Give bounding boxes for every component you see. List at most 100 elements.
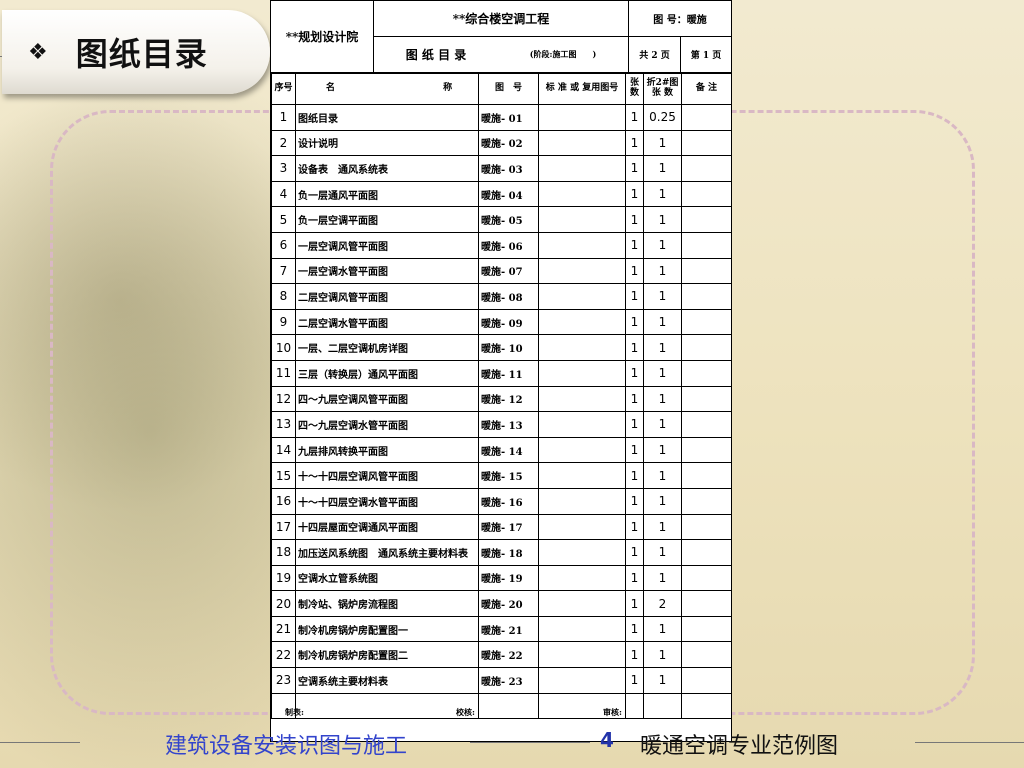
sheet-count: 1: [625, 206, 644, 233]
drawing-name: 十四层屋面空调通风平面图: [295, 513, 479, 541]
footer-rule-mid: [470, 742, 590, 743]
drawing-code: 暖施- 17: [478, 513, 539, 541]
standard-ref: [538, 180, 626, 208]
row-number: 5: [271, 206, 296, 233]
row-number: 15: [271, 462, 296, 489]
footer-rule-left: [0, 742, 80, 743]
sheet-count: 1: [625, 129, 644, 157]
remarks: [681, 590, 732, 617]
row-number: 18: [271, 539, 296, 566]
drawing-code: 暖施- 13: [478, 411, 539, 438]
slide-title: 图纸目录: [75, 35, 208, 73]
sheet-count: 1: [625, 385, 644, 413]
remarks: [681, 641, 732, 669]
standard-ref: [538, 359, 626, 387]
converted-count: 1: [643, 436, 682, 464]
standard-ref: [538, 283, 626, 310]
remarks: [681, 155, 732, 182]
drawing-name: 二层空调风管平面图: [295, 283, 479, 310]
drawing-name: 一层空调风管平面图: [295, 231, 479, 259]
sheet-count: 1: [625, 513, 644, 541]
remarks: [681, 104, 732, 131]
table-row: 3 设备表 通风系统表 暖施- 03 1 1: [271, 155, 732, 182]
sheet-count: 1: [625, 180, 644, 208]
converted-count: 1: [643, 641, 682, 669]
converted-count: 1: [643, 539, 682, 566]
drawing-code: 暖施- 06: [478, 231, 539, 259]
table-row: 19 空调水立管系统图 暖施- 19 1 1: [271, 564, 732, 592]
table-row: 18 加压送风系统图 通风系统主要材料表 暖施- 18 1 1: [271, 539, 732, 566]
drawing-code: 暖施- 19: [478, 564, 539, 592]
drawing-code: 暖施- 14: [478, 436, 539, 464]
doc-title-cell: 图 纸 目 录 (阶段:施工图 ): [374, 37, 629, 73]
converted-count: 1: [643, 231, 682, 259]
standard-ref: [538, 334, 626, 361]
table-row: 8 二层空调风管平面图 暖施- 08 1 1: [271, 283, 732, 310]
drawing-code: 暖施- 08: [478, 283, 539, 310]
converted-count: 1: [643, 462, 682, 489]
table-row: 2 设计说明 暖施- 02 1 1: [271, 129, 732, 157]
row-number: 16: [271, 487, 296, 515]
drawn-by-label: 制表:: [285, 707, 304, 717]
drawing-list-sheet: **规划设计院 **综合楼空调工程 图 纸 目 录 (阶段:施工图 ) 图 号：…: [270, 0, 732, 742]
sheet-count: 1: [625, 411, 644, 438]
table-row: 21 制冷机房锅炉房配置图一 暖施- 21 1 1: [271, 615, 732, 643]
sheet-count: 1: [625, 334, 644, 361]
table-row: 12 四～九层空调风管平面图 暖施- 12 1 1: [271, 385, 732, 413]
col-standard: 标 准 或 复用图号: [538, 73, 626, 105]
remarks: [681, 436, 732, 464]
table-row: 6 一层空调风管平面图 暖施- 06 1 1: [271, 231, 732, 259]
drawing-name: 九层排风转换平面图: [295, 436, 479, 464]
remarks: [681, 308, 732, 336]
col-converted: 折2#图 张 数: [643, 73, 682, 105]
converted-count: 1: [643, 615, 682, 643]
table-row: 10 一层、二层空调机房详图 暖施- 10 1 1: [271, 334, 732, 361]
standard-ref: [538, 155, 626, 182]
page-number: 第 1 页: [681, 37, 731, 73]
remarks: [681, 564, 732, 592]
sheet-count: 1: [625, 155, 644, 182]
row-number: 23: [271, 667, 296, 694]
row-number: 11: [271, 359, 296, 387]
standard-ref: [538, 590, 626, 617]
table-row: 20 制冷站、锅炉房流程图 暖施- 20 1 2: [271, 590, 732, 617]
remarks: [681, 257, 732, 285]
drawing-list-table: 序号 名 称 图 号 标 准 或 复用图号 张数 折2#图 张 数 备 注 1图…: [271, 73, 732, 720]
table-row: 7 一层空调水管平面图 暖施- 07 1 1: [271, 257, 732, 285]
drawing-code: 暖施- 09: [478, 308, 539, 336]
drawing-name: 图纸目录: [295, 104, 479, 131]
drawing-name: 制冷机房锅炉房配置图一: [295, 615, 479, 643]
sheet-count: 1: [625, 539, 644, 566]
standard-ref: [538, 462, 626, 489]
table-row: 1 图纸目录 暖施- 01 1 0.25: [271, 104, 732, 131]
remarks: [681, 231, 732, 259]
drawing-code: 暖施- 12: [478, 385, 539, 413]
standard-ref: [538, 539, 626, 566]
converted-count: 1: [643, 359, 682, 387]
drawing-name: 一层、二层空调机房详图: [295, 334, 479, 361]
col-seq: 序号: [271, 73, 296, 105]
sheet-count: 1: [625, 359, 644, 387]
row-number: 17: [271, 513, 296, 541]
drawing-code: 暖施- 05: [478, 206, 539, 233]
sheet-count: 1: [625, 231, 644, 259]
standard-ref: [538, 615, 626, 643]
drawing-name: 十～十四层空调水管平面图: [295, 487, 479, 515]
drawing-name: 加压送风系统图 通风系统主要材料表: [295, 539, 479, 566]
standard-ref: [538, 513, 626, 541]
title-rule: [0, 56, 2, 57]
institute-name: **规划设计院: [271, 1, 374, 73]
drawing-name: 一层空调水管平面图: [295, 257, 479, 285]
row-number: 1: [271, 104, 296, 131]
sheet-count: 1: [625, 104, 644, 131]
sheet-header: **规划设计院 **综合楼空调工程 图 纸 目 录 (阶段:施工图 ) 图 号：…: [271, 1, 731, 73]
table-header-row: 序号 名 称 图 号 标 准 或 复用图号 张数 折2#图 张 数 备 注: [271, 73, 732, 105]
drawing-code: 暖施- 03: [478, 155, 539, 182]
row-number: 14: [271, 436, 296, 464]
drawing-name: 设计说明: [295, 129, 479, 157]
converted-count: 1: [643, 283, 682, 310]
col-sheets: 张数: [625, 73, 644, 105]
sheet-count: 1: [625, 462, 644, 489]
remarks: [681, 513, 732, 541]
table-row: 23 空调系统主要材料表 暖施- 23 1 1: [271, 667, 732, 694]
